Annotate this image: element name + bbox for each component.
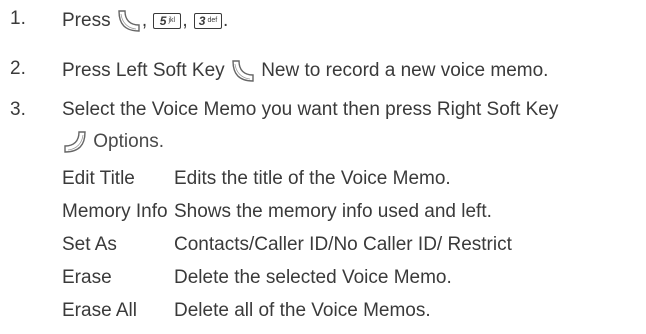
option-desc: Shows the memory info used and left.: [174, 201, 492, 222]
step-text-before: Press Left Soft Key: [62, 60, 225, 81]
left-soft-key-icon: [230, 58, 256, 84]
step-3-line2: Options.: [62, 129, 164, 155]
key-3-icon: 3 def: [193, 13, 222, 29]
left-soft-key-icon: [116, 8, 142, 34]
option-name: Set As: [62, 234, 117, 255]
option-name: Erase All: [62, 300, 137, 321]
separator: ,: [141, 10, 148, 31]
right-soft-key-icon: [62, 129, 88, 155]
step-number: 1.: [10, 8, 26, 29]
option-name: Erase: [62, 267, 112, 288]
option-desc: Edits the title of the Voice Memo.: [174, 168, 451, 189]
step-text-after: New to record a new voice memo.: [261, 60, 549, 81]
separator: ,: [182, 10, 188, 31]
step-number: 2.: [10, 58, 26, 79]
option-name: Memory Info: [62, 201, 168, 222]
step-text-line2: Options.: [93, 131, 165, 152]
step-number: 3.: [10, 99, 26, 120]
option-name: Edit Title: [62, 168, 135, 189]
option-desc: Delete the selected Voice Memo.: [174, 267, 452, 288]
option-desc: Contacts/Caller ID/No Caller ID/ Restric…: [174, 234, 512, 255]
key-5-icon: 5 jkl: [153, 13, 182, 29]
step-text-line1: Select the Voice Memo you want then pres…: [62, 99, 559, 120]
option-desc: Delete all of the Voice Memos.: [174, 300, 431, 321]
step-text: Press Left Soft Key New to record a new …: [62, 58, 548, 84]
step-text: Press , 5 jkl , 3 def .: [62, 8, 228, 34]
step-end: .: [222, 10, 229, 31]
step-prefix: Press: [62, 10, 111, 31]
